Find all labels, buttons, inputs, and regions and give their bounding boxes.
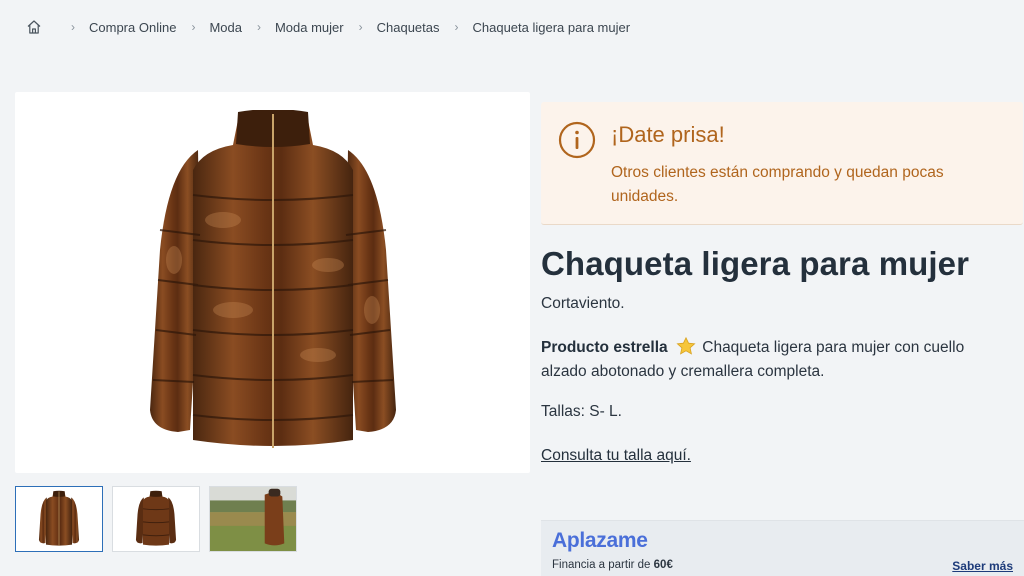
breadcrumb-separator: › — [191, 20, 196, 34]
jacket-outdoor-thumbnail-image — [210, 487, 296, 551]
breadcrumb-separator: › — [256, 20, 261, 34]
aplazame-logo: Aplazame — [552, 529, 648, 552]
financing-label: Financia a partir de — [552, 559, 651, 571]
jacket-thumbnail-image — [135, 490, 177, 546]
financing-text: Financia a partir de 60€ — [552, 559, 673, 571]
product-description: Producto estrella Chaqueta ligera para m… — [541, 336, 1011, 384]
product-subtitle: Cortaviento. — [541, 295, 625, 312]
notice-title: ¡Date prisa! — [611, 122, 725, 147]
breadcrumb-moda[interactable]: Moda — [209, 20, 242, 35]
stock-notice: ¡Date prisa! Otros clientes están compra… — [541, 102, 1023, 225]
breadcrumb-compra-online[interactable]: Compra Online — [89, 20, 176, 35]
product-sizes: Tallas: S- L. — [541, 403, 622, 420]
highlight-label: Producto estrella — [541, 339, 668, 356]
thumbnail-outdoor[interactable] — [209, 486, 297, 552]
size-guide-link[interactable]: Consulta tu talla aquí. — [541, 447, 691, 465]
breadcrumb-current[interactable]: Chaqueta ligera para mujer — [473, 20, 631, 35]
breadcrumb-chaquetas[interactable]: Chaquetas — [377, 20, 440, 35]
saber-mas-link[interactable]: Saber más — [952, 559, 1013, 573]
jacket-image — [149, 110, 396, 448]
notice-text: Otros clientes están comprando y quedan … — [611, 164, 944, 205]
breadcrumb: › Compra Online › Moda › Moda mujer › Ch… — [26, 17, 630, 37]
breadcrumb-separator: › — [454, 20, 459, 34]
star-icon — [676, 337, 696, 355]
financing-amount: 60€ — [653, 559, 673, 571]
aplazame-financing: Aplazame Financia a partir de 60€ Saber … — [541, 520, 1024, 576]
product-main-image[interactable] — [15, 92, 530, 473]
thumbnail-back[interactable] — [112, 486, 200, 552]
breadcrumb-moda-mujer[interactable]: Moda mujer — [275, 20, 344, 35]
breadcrumb-separator: › — [71, 20, 75, 34]
breadcrumb-separator: › — [358, 20, 363, 34]
thumbnail-front[interactable] — [15, 486, 103, 552]
thumbnail-strip — [15, 486, 297, 552]
product-title: Chaqueta ligera para mujer — [541, 245, 970, 282]
jacket-thumbnail-image — [38, 490, 80, 546]
home-icon[interactable] — [26, 19, 42, 35]
info-icon — [558, 121, 596, 159]
